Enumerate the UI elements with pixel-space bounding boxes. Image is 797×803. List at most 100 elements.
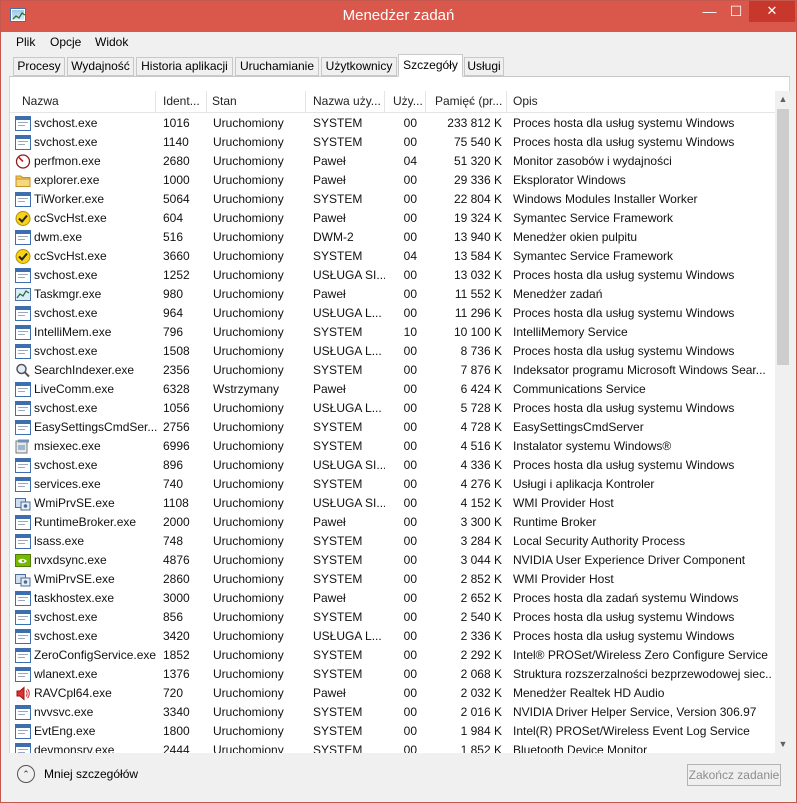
table-row[interactable]: nvvsvc.exe 3340 Uruchomiony SYSTEM 00 2 016 K… xyxy=(10,703,775,722)
table-row[interactable]: svchost.exe 896 Uruchomiony USŁUGA SI... 00 4… xyxy=(10,456,775,475)
table-row[interactable]: WmiPrvSE.exe 1108 Uruchomiony USŁUGA SI... 0… xyxy=(10,494,775,513)
end-task-button[interactable]: Zakończ zadanie xyxy=(687,764,781,786)
column-header-status[interactable]: Stan xyxy=(208,91,306,113)
table-row[interactable]: devmonsrv.exe 2444 Uruchomiony SYSTEM 00 1 85… xyxy=(10,741,775,753)
menu-opcje[interactable]: Opcje xyxy=(50,35,81,49)
table-row[interactable]: perfmon.exe 2680 Uruchomiony Paweł 04 51 320 … xyxy=(10,152,775,171)
process-cpu: 00 xyxy=(403,667,417,681)
process-name: services.exe xyxy=(34,477,101,491)
table-row[interactable]: lsass.exe 748 Uruchomiony SYSTEM 00 3 284 K Lo… xyxy=(10,532,775,551)
process-name: svchost.exe xyxy=(34,401,98,415)
table-row[interactable]: taskhostex.exe 3000 Uruchomiony Paweł 00 2 65… xyxy=(10,589,775,608)
process-status: Uruchomiony xyxy=(213,591,284,605)
process-memory: 22 804 K xyxy=(453,192,502,206)
maximize-button[interactable]: ☐ xyxy=(723,1,749,22)
column-header-description[interactable]: Opis xyxy=(509,91,775,113)
table-row[interactable]: Taskmgr.exe 980 Uruchomiony Paweł 00 11 552 K… xyxy=(10,285,775,304)
scrollbar-thumb[interactable] xyxy=(777,109,789,365)
process-user: SYSTEM xyxy=(313,249,363,263)
table-row[interactable]: svchost.exe 1508 Uruchomiony USŁUGA L... 00 8… xyxy=(10,342,775,361)
process-user: USŁUGA SI... xyxy=(313,496,385,510)
process-name: perfmon.exe xyxy=(34,154,101,168)
process-status: Uruchomiony xyxy=(213,249,284,263)
table-row[interactable]: WmiPrvSE.exe 2860 Uruchomiony SYSTEM 00 2 852… xyxy=(10,570,775,589)
fewer-details-label: Mniej szczegółów xyxy=(44,767,139,781)
table-row[interactable]: ZeroConfigService.exe 1852 Uruchomiony SYST… xyxy=(10,646,775,665)
process-description: Menedżer Realtek HD Audio xyxy=(513,686,665,700)
process-user: SYSTEM xyxy=(313,648,363,662)
menu-widok[interactable]: Widok xyxy=(95,35,128,49)
process-description: Usługi i aplikacja Kontroler xyxy=(513,477,655,491)
process-name: devmonsrv.exe xyxy=(34,743,115,753)
table-row[interactable]: TiWorker.exe 5064 Uruchomiony SYSTEM 00 22 80… xyxy=(10,190,775,209)
process-user: USŁUGA L... xyxy=(313,344,382,358)
table-row[interactable]: msiexec.exe 6996 Uruchomiony SYSTEM 00 4 516 … xyxy=(10,437,775,456)
process-description: Proces hosta dla usług systemu Windows xyxy=(513,306,735,320)
process-pid: 720 xyxy=(163,686,184,700)
process-pid: 3340 xyxy=(163,705,190,719)
tab-szczegoly[interactable]: Szczegóły xyxy=(398,54,463,77)
table-row[interactable]: dwm.exe 516 Uruchomiony DWM-2 00 13 940 K Mene… xyxy=(10,228,775,247)
taskmgr-icon xyxy=(15,287,31,302)
vertical-scrollbar[interactable]: ▲ ▼ xyxy=(775,91,791,753)
tab-procesy[interactable]: Procesy xyxy=(13,57,65,76)
table-row[interactable]: EasySettingsCmdSer... 2756 Uruchomiony SYST… xyxy=(10,418,775,437)
tab-uzytkownicy[interactable]: Użytkownicy xyxy=(321,57,397,76)
column-header-user[interactable]: Nazwa uży... xyxy=(309,91,385,113)
table-row[interactable]: svchost.exe 856 Uruchomiony SYSTEM 00 2 540 K… xyxy=(10,608,775,627)
table-row[interactable]: SearchIndexer.exe 2356 Uruchomiony SYSTEM 00… xyxy=(10,361,775,380)
scroll-up-arrow-icon[interactable]: ▲ xyxy=(775,91,791,108)
tab-uslugi[interactable]: Usługi xyxy=(464,57,504,76)
tab-historia-aplikacji[interactable]: Historia aplikacji xyxy=(136,57,233,76)
table-row[interactable]: svchost.exe 1016 Uruchomiony SYSTEM 00 233 81… xyxy=(10,114,775,133)
process-cpu: 00 xyxy=(403,268,417,282)
window-icon xyxy=(15,629,31,644)
table-row[interactable]: ccSvcHst.exe 604 Uruchomiony Paweł 00 19 324 … xyxy=(10,209,775,228)
process-memory: 51 320 K xyxy=(453,154,502,168)
table-row[interactable]: IntelliMem.exe 796 Uruchomiony SYSTEM 10 10 1… xyxy=(10,323,775,342)
title-bar[interactable]: Menedżer zadań — ☐ ✕ xyxy=(1,1,796,32)
tab-wydajnosc[interactable]: Wydajność xyxy=(67,57,134,76)
table-row[interactable]: svchost.exe 964 Uruchomiony USŁUGA L... 00 11… xyxy=(10,304,775,323)
table-row[interactable]: svchost.exe 1252 Uruchomiony USŁUGA SI... 00… xyxy=(10,266,775,285)
process-memory: 19 324 K xyxy=(453,211,502,225)
table-row[interactable]: svchost.exe 1140 Uruchomiony SYSTEM 00 75 540… xyxy=(10,133,775,152)
table-row[interactable]: wlanext.exe 1376 Uruchomiony SYSTEM 00 2 068 … xyxy=(10,665,775,684)
table-row[interactable]: explorer.exe 1000 Uruchomiony Paweł 00 29 336… xyxy=(10,171,775,190)
close-button[interactable]: ✕ xyxy=(749,1,795,22)
menu-plik[interactable]: Plik xyxy=(16,35,35,49)
process-description: Struktura rozszerzalności bezprzewodowej… xyxy=(513,667,771,681)
table-row[interactable]: svchost.exe 1056 Uruchomiony USŁUGA L... 00 5… xyxy=(10,399,775,418)
process-pid: 5064 xyxy=(163,192,190,206)
minimize-button[interactable]: — xyxy=(696,1,723,22)
column-header-name[interactable]: Nazwa xyxy=(18,91,156,113)
process-status: Uruchomiony xyxy=(213,515,284,529)
table-row[interactable]: RAVCpl64.exe 720 Uruchomiony Paweł 00 2 032 K… xyxy=(10,684,775,703)
process-memory: 11 296 K xyxy=(454,306,502,320)
process-status: Uruchomiony xyxy=(213,667,284,681)
process-memory: 4 336 K xyxy=(460,458,502,472)
process-pid: 1852 xyxy=(163,648,190,662)
table-row[interactable]: LiveComm.exe 6328 Wstrzymany Paweł 00 6 424 K… xyxy=(10,380,775,399)
table-row[interactable]: RuntimeBroker.exe 2000 Uruchomiony Paweł 00 3… xyxy=(10,513,775,532)
process-pid: 2680 xyxy=(163,154,190,168)
process-memory: 8 736 K xyxy=(460,344,502,358)
sort-arrow-icon: ▲ xyxy=(468,100,475,107)
table-row[interactable]: ccSvcHst.exe 3660 Uruchomiony SYSTEM 04 13 58… xyxy=(10,247,775,266)
tab-uruchamianie[interactable]: Uruchamianie xyxy=(235,57,319,76)
process-memory: 29 336 K xyxy=(453,173,502,187)
table-row[interactable]: nvxdsync.exe 4876 Uruchomiony SYSTEM 00 3 044… xyxy=(10,551,775,570)
wmi-icon xyxy=(15,496,31,511)
fewer-details-button[interactable]: ⌃ Mniej szczegółów xyxy=(17,764,147,786)
installer-icon xyxy=(15,439,31,454)
scroll-down-arrow-icon[interactable]: ▼ xyxy=(775,736,791,753)
table-row[interactable]: svchost.exe 3420 Uruchomiony USŁUGA L... 00 2… xyxy=(10,627,775,646)
column-header-cpu[interactable]: Uży... xyxy=(389,91,426,113)
process-cpu: 00 xyxy=(403,629,417,643)
nvidia-icon xyxy=(15,553,31,568)
process-name: nvxdsync.exe xyxy=(34,553,107,567)
table-row[interactable]: EvtEng.exe 1800 Uruchomiony SYSTEM 00 1 984 K… xyxy=(10,722,775,741)
window-icon xyxy=(15,667,31,682)
column-header-pid[interactable]: Ident... xyxy=(159,91,207,113)
table-row[interactable]: services.exe 740 Uruchomiony SYSTEM 00 4 276 … xyxy=(10,475,775,494)
